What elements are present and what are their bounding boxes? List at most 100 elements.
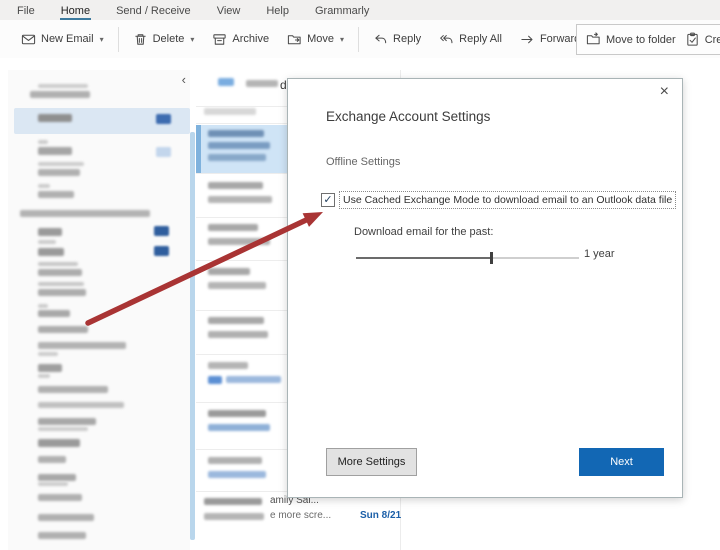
- move-to-folder-icon: [586, 32, 600, 45]
- offline-settings-heading: Offline Settings: [326, 156, 401, 168]
- redacted-text-bar: [208, 362, 248, 369]
- outlook-window: File Home Send / Receive View Help Gramm…: [0, 0, 720, 550]
- redacted-text-bar: [38, 282, 84, 286]
- dialog-title: Exchange Account Settings: [326, 109, 491, 124]
- reply-all-button[interactable]: Reply All: [430, 24, 511, 54]
- tab-view[interactable]: View: [216, 3, 242, 20]
- reading-pane-text-fragment: d: [280, 78, 287, 92]
- redacted-text-bar: [208, 196, 272, 203]
- slider-thumb[interactable]: [489, 252, 493, 264]
- cached-mode-checkbox[interactable]: ✓: [321, 193, 335, 207]
- redacted-text-bar: [38, 310, 70, 317]
- move-to-folder-label: Move to folder: [606, 33, 676, 46]
- unread-count-badge: [156, 147, 171, 157]
- unread-count-badge: [156, 114, 171, 124]
- reply-all-label: Reply All: [459, 33, 502, 45]
- redacted-text-bar: [30, 91, 90, 98]
- redacted-text-bar: [218, 78, 234, 86]
- message-preview-fragment: e more scre...: [270, 510, 332, 521]
- redacted-text-bar: [38, 374, 50, 378]
- folder-pane-scrollbar[interactable]: [190, 132, 195, 540]
- redacted-text-bar: [38, 169, 80, 176]
- tab-grammarly[interactable]: Grammarly: [314, 3, 370, 20]
- redacted-text-bar: [38, 482, 68, 486]
- move-label: Move: [307, 33, 334, 45]
- redacted-text-bar: [38, 386, 108, 393]
- create-a-button[interactable]: Create a: [681, 25, 720, 55]
- redacted-text-bar: [208, 471, 266, 478]
- trash-icon: [134, 33, 146, 45]
- redacted-text-bar: [38, 184, 50, 188]
- redacted-text-bar: [208, 142, 270, 149]
- redacted-text-bar: [38, 147, 72, 155]
- new-email-button[interactable]: New Email ▾: [12, 24, 113, 54]
- reply-arrow-icon: [375, 34, 387, 43]
- slider-track-filled[interactable]: [356, 257, 491, 259]
- download-slider[interactable]: [356, 251, 579, 265]
- menu-bar: File Home Send / Receive View Help Gramm…: [0, 0, 720, 20]
- redacted-text-bar: [38, 269, 82, 276]
- create-a-label: Create a: [704, 33, 720, 46]
- redacted-text-bar: [38, 364, 62, 372]
- message-date: Sun 8/21: [360, 510, 402, 521]
- redacted-text-bar: [38, 456, 66, 463]
- redacted-text-bar: [38, 262, 78, 266]
- redacted-text-bar: [208, 182, 263, 189]
- slider-value-label: 1 year: [584, 248, 615, 260]
- collapse-folder-pane-icon[interactable]: ‹: [182, 72, 186, 87]
- forward-label: Forward: [539, 33, 581, 45]
- redacted-text-bar: [208, 282, 266, 289]
- redacted-text-bar: [38, 248, 64, 256]
- redacted-text-bar: [38, 289, 86, 296]
- redacted-text-bar: [204, 498, 262, 505]
- redacted-text-bar: [38, 427, 88, 431]
- redacted-text-bar: [38, 228, 62, 236]
- delete-label: Delete: [152, 33, 185, 45]
- tab-home[interactable]: Home: [59, 3, 92, 20]
- ribbon-toolbar: New Email ▾ Delete ▾ Archive Move ▾ Repl…: [0, 20, 720, 59]
- chevron-down-icon: ▾: [99, 34, 104, 44]
- close-icon[interactable]: ×: [660, 84, 669, 100]
- redacted-text-bar: [226, 376, 281, 383]
- folder-pane: ‹: [8, 70, 190, 550]
- redacted-text-bar: [38, 352, 58, 356]
- redacted-text-bar: [38, 439, 80, 447]
- archive-button[interactable]: Archive: [203, 24, 278, 54]
- redacted-text-bar: [38, 474, 76, 481]
- redacted-text-bar: [208, 331, 268, 338]
- reply-button[interactable]: Reply: [364, 24, 430, 54]
- tab-file[interactable]: File: [16, 3, 36, 20]
- move-to-folder-button[interactable]: Move to folder: [581, 25, 681, 55]
- archive-box-icon: [213, 33, 227, 45]
- quick-steps-group: Move to folder Create a: [576, 24, 720, 55]
- delete-button[interactable]: Delete ▾: [124, 24, 204, 54]
- unread-count-badge: [154, 226, 169, 236]
- redacted-text-bar: [38, 240, 56, 244]
- redacted-text-bar: [20, 210, 150, 217]
- tab-send-receive[interactable]: Send / Receive: [115, 3, 192, 20]
- next-button[interactable]: Next: [579, 448, 664, 476]
- folder-move-icon: [287, 34, 301, 44]
- envelope-icon: [21, 34, 36, 44]
- slider-track-empty[interactable]: [490, 257, 579, 259]
- redacted-text-bar: [204, 513, 264, 520]
- redacted-text-bar: [38, 342, 126, 349]
- redacted-text-bar: [208, 154, 266, 161]
- cached-mode-label[interactable]: Use Cached Exchange Mode to download ema…: [339, 191, 677, 209]
- tab-help[interactable]: Help: [265, 3, 290, 20]
- move-button[interactable]: Move ▾: [278, 24, 353, 54]
- redacted-text-bar: [208, 268, 250, 275]
- reply-label: Reply: [393, 33, 422, 45]
- selected-message-accent: [196, 125, 201, 173]
- redacted-text-bar: [38, 514, 94, 521]
- redacted-text-bar: [246, 80, 278, 87]
- redacted-text-bar: [38, 162, 84, 166]
- more-settings-button[interactable]: More Settings: [326, 448, 417, 476]
- redacted-text-bar: [208, 424, 270, 431]
- toolbar-divider: [358, 26, 360, 52]
- redacted-text-bar: [38, 304, 48, 308]
- exchange-account-settings-dialog: × Exchange Account Settings Offline Sett…: [287, 78, 683, 498]
- cached-mode-row: ✓ Use Cached Exchange Mode to download e…: [321, 191, 677, 209]
- redacted-text-bar: [208, 317, 264, 324]
- redacted-text-bar: [38, 191, 74, 198]
